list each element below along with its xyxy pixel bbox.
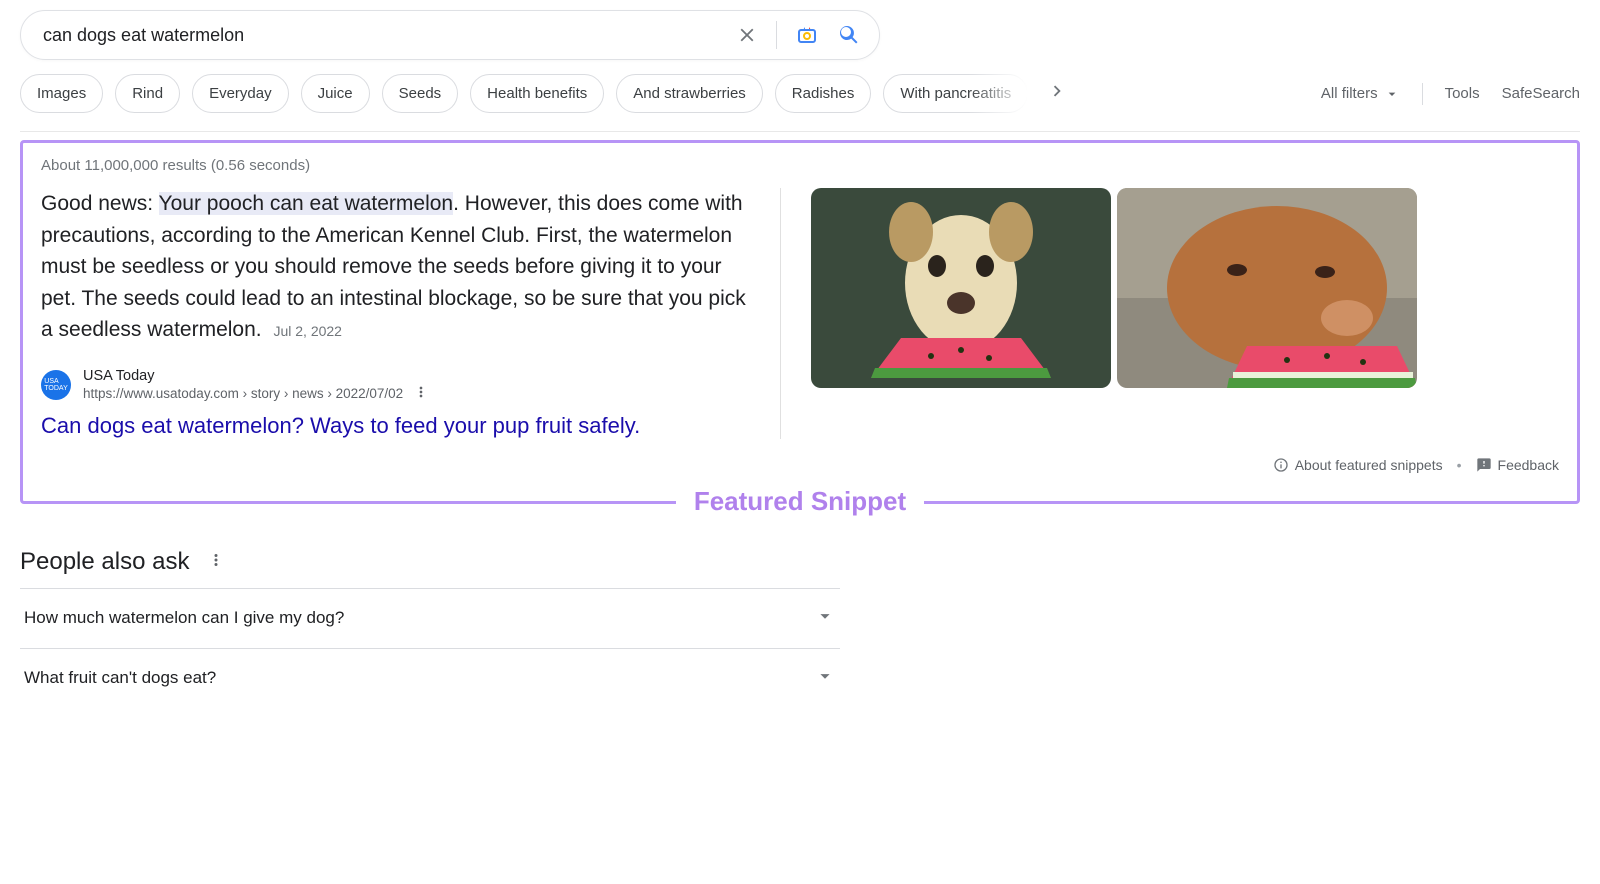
snippet-highlight: Your pooch can eat watermelon — [159, 192, 454, 215]
image-search-icon[interactable] — [795, 23, 819, 47]
paa-question: How much watermelon can I give my dog? — [24, 608, 344, 628]
paa-question: What fruit can't dogs eat? — [24, 668, 216, 688]
source-text: USA Today https://www.usatoday.com › sto… — [83, 368, 429, 403]
paa-more-icon[interactable] — [207, 548, 225, 576]
snippet-images — [811, 188, 1417, 439]
paa-item[interactable]: What fruit can't dogs eat? — [20, 648, 840, 708]
dot-separator: • — [1457, 457, 1462, 473]
chip-rind[interactable]: Rind — [115, 74, 180, 113]
feedback-row: About featured snippets • Feedback — [41, 457, 1559, 473]
right-tools: All filters Tools SafeSearch — [1321, 83, 1580, 105]
source-row: USATODAY USA Today https://www.usatoday.… — [41, 368, 756, 403]
paa-header: People also ask — [20, 548, 840, 576]
featured-snippet: About 11,000,000 results (0.56 seconds) … — [20, 140, 1580, 504]
snippet-row: Good news: Your pooch can eat watermelon… — [41, 188, 1559, 439]
chips-next-icon[interactable] — [1040, 80, 1074, 107]
chip-seeds[interactable]: Seeds — [382, 74, 459, 113]
divider — [1422, 83, 1423, 105]
chip-strawberries[interactable]: And strawberries — [616, 74, 763, 113]
search-icon[interactable] — [837, 23, 861, 47]
divider — [776, 21, 777, 49]
featured-label: Featured Snippet — [23, 486, 1577, 517]
chevron-down-icon — [814, 605, 836, 632]
chips-scroll: Images Rind Everyday Juice Seeds Health … — [20, 74, 1028, 113]
source-site: USA Today — [83, 368, 429, 384]
source-more-icon[interactable] — [413, 384, 429, 403]
snippet-body: Good news: Your pooch can eat watermelon… — [41, 188, 756, 346]
source-title-link[interactable]: Can dogs eat watermelon? Ways to feed yo… — [41, 413, 756, 439]
chevron-down-icon — [1384, 86, 1400, 102]
about-snippets-link[interactable]: About featured snippets — [1273, 457, 1443, 473]
filter-row: Images Rind Everyday Juice Seeds Health … — [20, 74, 1580, 132]
chip-radishes[interactable]: Radishes — [775, 74, 872, 113]
search-input[interactable] — [43, 25, 736, 46]
chip-juice[interactable]: Juice — [301, 74, 370, 113]
paa-item[interactable]: How much watermelon can I give my dog? — [20, 588, 840, 648]
info-icon — [1273, 457, 1289, 473]
tools-button[interactable]: Tools — [1445, 85, 1480, 102]
safesearch-button[interactable]: SafeSearch — [1502, 85, 1580, 102]
snippet-image-2[interactable] — [1117, 188, 1417, 388]
clear-icon[interactable] — [736, 24, 758, 46]
feedback-icon — [1476, 457, 1492, 473]
chip-everyday[interactable]: Everyday — [192, 74, 289, 113]
people-also-ask: People also ask How much watermelon can … — [20, 548, 840, 708]
feedback-link[interactable]: Feedback — [1476, 457, 1559, 473]
all-filters-label: All filters — [1321, 85, 1378, 102]
source-favicon-icon: USATODAY — [41, 370, 71, 400]
about-snippets-label: About featured snippets — [1295, 457, 1443, 473]
all-filters-button[interactable]: All filters — [1321, 85, 1400, 102]
search-icons — [736, 21, 861, 49]
chip-pancreatitis[interactable]: With pancreatitis — [883, 74, 1028, 113]
search-bar — [20, 10, 880, 60]
featured-label-text: Featured Snippet — [676, 486, 924, 517]
paa-title: People also ask — [20, 548, 189, 576]
chip-health-benefits[interactable]: Health benefits — [470, 74, 604, 113]
source-path: https://www.usatoday.com › story › news … — [83, 384, 429, 403]
chip-images[interactable]: Images — [20, 74, 103, 113]
snippet-text-column: Good news: Your pooch can eat watermelon… — [41, 188, 781, 439]
result-stats: About 11,000,000 results (0.56 seconds) — [41, 157, 1559, 174]
snippet-date: Jul 2, 2022 — [273, 323, 342, 339]
feedback-label: Feedback — [1498, 457, 1559, 473]
snippet-image-1[interactable] — [811, 188, 1111, 388]
snippet-pre: Good news: — [41, 192, 159, 215]
chevron-down-icon — [814, 665, 836, 692]
source-url: https://www.usatoday.com › story › news … — [83, 386, 403, 401]
